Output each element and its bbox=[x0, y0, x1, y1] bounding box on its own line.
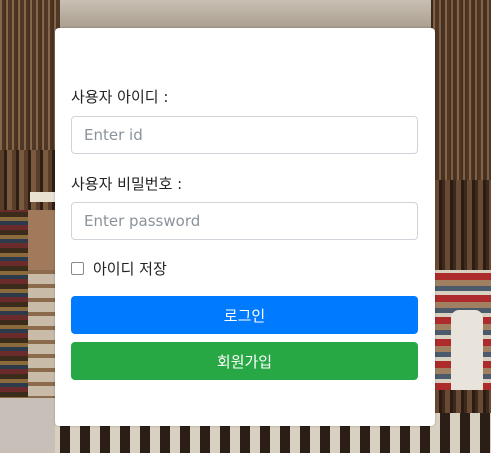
gallery-railing-right bbox=[433, 0, 491, 180]
remember-id-checkbox[interactable] bbox=[71, 261, 84, 275]
display-shelf-left bbox=[28, 270, 56, 410]
user-id-input[interactable] bbox=[71, 116, 418, 154]
login-card: 사용자 아이디 : 사용자 비밀번호 : 아이디 저장 로그인 회원가입 bbox=[55, 28, 435, 426]
exit-sign bbox=[30, 192, 56, 202]
signup-button[interactable]: 회원가입 bbox=[71, 342, 418, 380]
books-left bbox=[0, 210, 28, 410]
user-id-label: 사용자 아이디 : bbox=[71, 88, 169, 106]
password-label: 사용자 비밀번호 : bbox=[71, 175, 183, 193]
remember-id-label[interactable]: 아이디 저장 bbox=[93, 258, 167, 279]
login-button[interactable]: 로그인 bbox=[71, 296, 418, 334]
gallery-railing-left bbox=[0, 0, 60, 150]
floor-display bbox=[0, 398, 55, 453]
person-figure bbox=[451, 310, 483, 390]
password-input[interactable] bbox=[71, 202, 418, 240]
ceiling-arch bbox=[60, 0, 440, 30]
remember-id-row[interactable]: 아이디 저장 bbox=[71, 258, 167, 278]
